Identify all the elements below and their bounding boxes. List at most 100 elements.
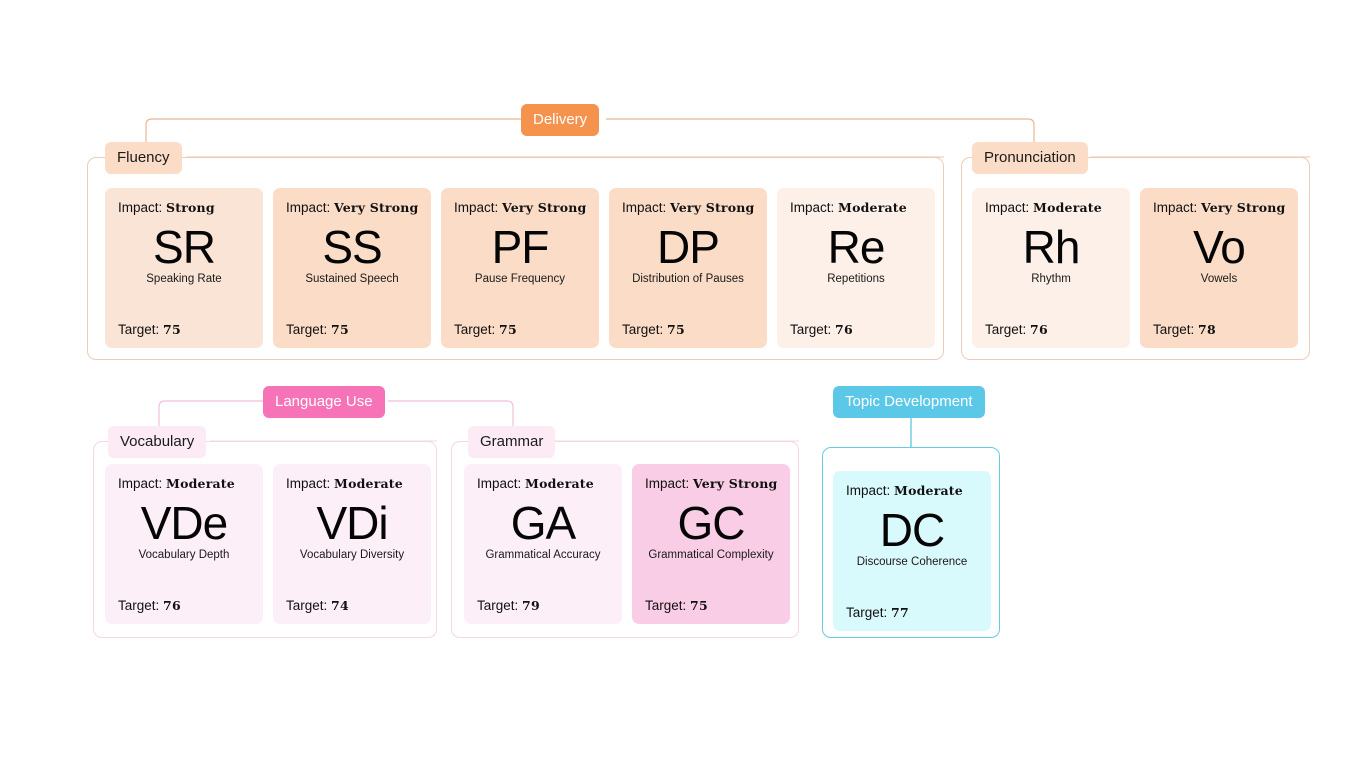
impact-value: Very Strong bbox=[334, 200, 419, 215]
card-target: Target: 77 bbox=[846, 605, 909, 620]
card-impact: Impact: Very Strong bbox=[286, 200, 419, 215]
metric-card-pf[interactable]: Impact: Very Strong PF Pause Frequency T… bbox=[441, 188, 599, 348]
root-badge-language-use[interactable]: Language Use bbox=[263, 386, 385, 418]
card-metric-name: Vocabulary Depth bbox=[138, 549, 230, 562]
impact-value: Moderate bbox=[166, 476, 235, 491]
metric-card-dc[interactable]: Impact: Moderate DC Discourse Coherence … bbox=[833, 471, 991, 631]
card-abbreviation: GA bbox=[510, 497, 576, 549]
card-target: Target: 75 bbox=[622, 322, 685, 337]
target-value: 75 bbox=[690, 598, 708, 613]
card-abbreviation: GC bbox=[677, 497, 746, 549]
target-label: Target: bbox=[790, 322, 832, 337]
card-target: Target: 74 bbox=[286, 598, 349, 613]
card-impact: Impact: Very Strong bbox=[1153, 200, 1286, 215]
card-target: Target: 75 bbox=[454, 322, 517, 337]
card-impact: Impact: Strong bbox=[118, 200, 215, 215]
group-badge-fluency-label: Fluency bbox=[117, 149, 170, 166]
metric-card-ga[interactable]: Impact: Moderate GA Grammatical Accuracy… bbox=[464, 464, 622, 624]
card-target: Target: 75 bbox=[286, 322, 349, 337]
impact-value: Very Strong bbox=[502, 200, 587, 215]
group-badge-grammar-label: Grammar bbox=[480, 433, 544, 450]
card-impact: Impact: Very Strong bbox=[454, 200, 587, 215]
target-label: Target: bbox=[118, 322, 160, 337]
metric-card-gc[interactable]: Impact: Very Strong GC Grammatical Compl… bbox=[632, 464, 790, 624]
card-abbreviation: Vo bbox=[1193, 221, 1246, 273]
card-abbreviation: SS bbox=[322, 221, 382, 273]
group-badge-fluency[interactable]: Fluency bbox=[105, 142, 182, 174]
impact-label: Impact: bbox=[118, 476, 163, 491]
target-value: 76 bbox=[163, 598, 181, 613]
impact-value: Very Strong bbox=[693, 476, 778, 491]
card-abbreviation: PF bbox=[491, 221, 550, 273]
card-abbreviation: DC bbox=[879, 504, 945, 556]
card-metric-name: Vocabulary Diversity bbox=[299, 549, 405, 562]
root-badge-delivery-label: Delivery bbox=[533, 111, 588, 128]
metric-card-sr[interactable]: Impact: Strong SR Speaking Rate Target: … bbox=[105, 188, 263, 348]
card-target: Target: 76 bbox=[790, 322, 853, 337]
metric-card-vde[interactable]: Impact: Moderate VDe Vocabulary Depth Ta… bbox=[105, 464, 263, 624]
metric-card-ss[interactable]: Impact: Very Strong SS Sustained Speech … bbox=[273, 188, 431, 348]
card-abbreviation: VDe bbox=[140, 497, 228, 549]
card-impact: Impact: Moderate bbox=[118, 476, 235, 491]
card-abbreviation: VDi bbox=[316, 497, 388, 549]
impact-value: Moderate bbox=[334, 476, 403, 491]
impact-label: Impact: bbox=[985, 200, 1030, 215]
impact-label: Impact: bbox=[454, 200, 499, 215]
impact-value: Very Strong bbox=[1201, 200, 1286, 215]
card-impact: Impact: Moderate bbox=[286, 476, 403, 491]
target-label: Target: bbox=[645, 598, 687, 613]
card-impact: Impact: Moderate bbox=[477, 476, 594, 491]
impact-label: Impact: bbox=[118, 200, 163, 215]
card-metric-name: Vowels bbox=[1200, 273, 1238, 286]
root-badge-delivery[interactable]: Delivery bbox=[521, 104, 600, 136]
target-label: Target: bbox=[477, 598, 519, 613]
card-target: Target: 75 bbox=[118, 322, 181, 337]
card-abbreviation: Re bbox=[827, 221, 886, 273]
card-impact: Impact: Moderate bbox=[846, 483, 963, 498]
card-target: Target: 79 bbox=[477, 598, 540, 613]
target-value: 79 bbox=[522, 598, 540, 613]
card-impact: Impact: Very Strong bbox=[622, 200, 755, 215]
card-metric-name: Grammatical Complexity bbox=[648, 549, 774, 562]
metric-card-re[interactable]: Impact: Moderate Re Repetitions Target: … bbox=[777, 188, 935, 348]
card-abbreviation: Rh bbox=[1022, 221, 1081, 273]
card-target: Target: 76 bbox=[118, 598, 181, 613]
impact-label: Impact: bbox=[477, 476, 522, 491]
target-label: Target: bbox=[846, 605, 888, 620]
impact-value: Very Strong bbox=[670, 200, 755, 215]
target-label: Target: bbox=[118, 598, 160, 613]
target-value: 75 bbox=[163, 322, 181, 337]
impact-value: Moderate bbox=[525, 476, 594, 491]
card-metric-name: Rhythm bbox=[1031, 273, 1071, 286]
metric-card-dp[interactable]: Impact: Very Strong DP Distribution of P… bbox=[609, 188, 767, 348]
impact-label: Impact: bbox=[622, 200, 667, 215]
target-value: 75 bbox=[331, 322, 349, 337]
impact-label: Impact: bbox=[790, 200, 835, 215]
card-target: Target: 78 bbox=[1153, 322, 1216, 337]
group-badge-vocabulary[interactable]: Vocabulary bbox=[108, 426, 207, 458]
metric-card-rh[interactable]: Impact: Moderate Rh Rhythm Target: 76 bbox=[972, 188, 1130, 348]
target-value: 75 bbox=[667, 322, 685, 337]
card-metric-name: Discourse Coherence bbox=[856, 556, 968, 569]
target-label: Target: bbox=[985, 322, 1027, 337]
group-badge-grammar[interactable]: Grammar bbox=[468, 426, 556, 458]
card-abbreviation: DP bbox=[657, 221, 720, 273]
card-impact: Impact: Very Strong bbox=[645, 476, 778, 491]
card-target: Target: 76 bbox=[985, 322, 1048, 337]
target-value: 76 bbox=[835, 322, 853, 337]
root-badge-language-use-label: Language Use bbox=[275, 393, 373, 410]
metric-card-vo[interactable]: Impact: Very Strong Vo Vowels Target: 78 bbox=[1140, 188, 1298, 348]
impact-value: Strong bbox=[166, 200, 215, 215]
card-metric-name: Grammatical Accuracy bbox=[485, 549, 601, 562]
card-impact: Impact: Moderate bbox=[790, 200, 907, 215]
group-badge-pronunciation[interactable]: Pronunciation bbox=[972, 142, 1088, 174]
card-target: Target: 75 bbox=[645, 598, 708, 613]
metric-card-vdi[interactable]: Impact: Moderate VDi Vocabulary Diversit… bbox=[273, 464, 431, 624]
target-value: 74 bbox=[331, 598, 349, 613]
card-abbreviation: SR bbox=[153, 221, 216, 273]
root-badge-topic-development[interactable]: Topic Development bbox=[833, 386, 985, 418]
diagram-canvas: Delivery Language Use Topic Development … bbox=[0, 0, 1366, 768]
card-metric-name: Repetitions bbox=[827, 273, 885, 286]
root-badge-topic-development-label: Topic Development bbox=[845, 393, 973, 410]
card-metric-name: Speaking Rate bbox=[146, 273, 222, 286]
